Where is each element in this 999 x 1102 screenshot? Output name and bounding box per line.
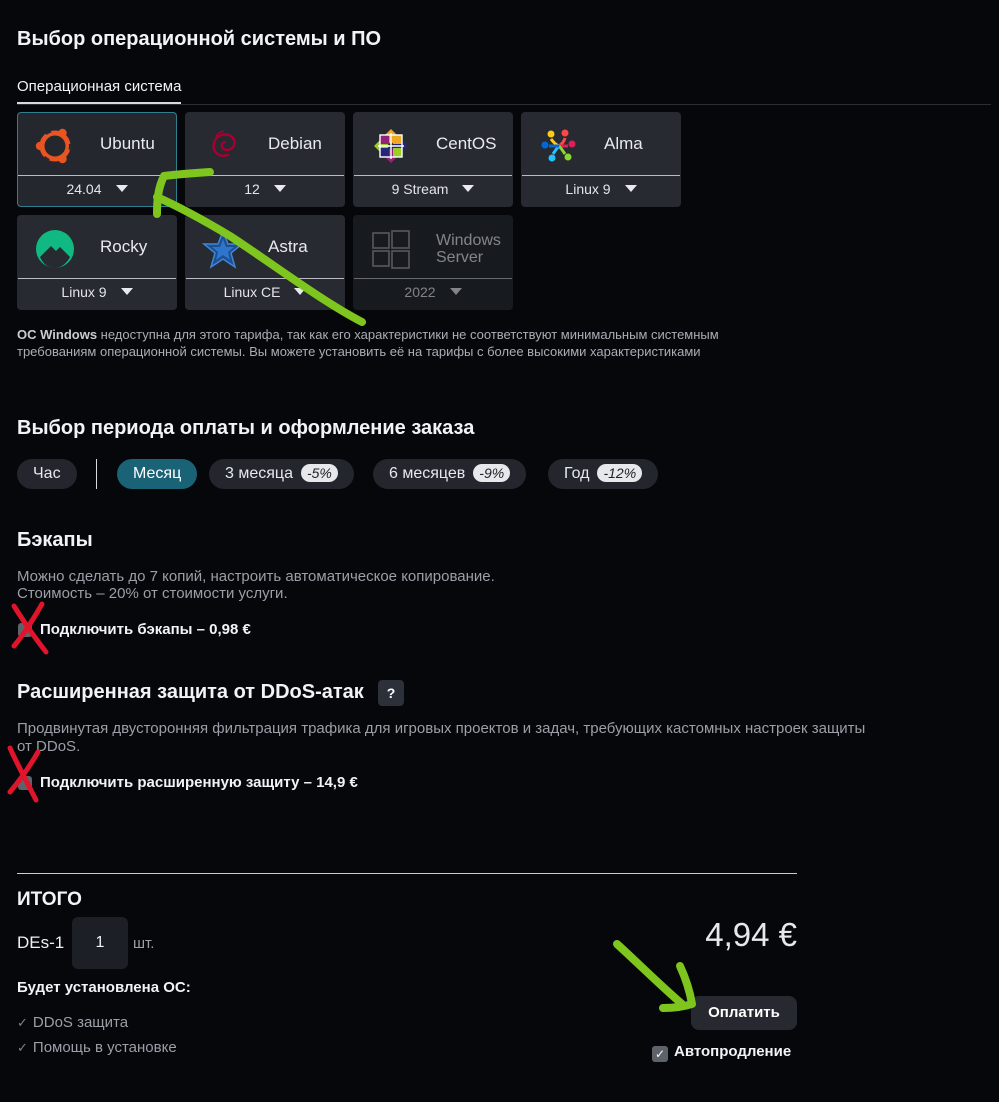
chevron-down-icon bbox=[624, 184, 637, 192]
debian-icon bbox=[212, 130, 236, 157]
check-icon: ✓ bbox=[17, 1015, 28, 1030]
os-version-select: 2022 bbox=[354, 284, 512, 300]
ubuntu-icon bbox=[35, 128, 72, 164]
os-card-ubuntu[interactable]: Ubuntu 24.04 bbox=[17, 112, 177, 207]
check-icon: ✓ bbox=[17, 1040, 28, 1055]
os-name: Alma bbox=[604, 134, 643, 153]
total-divider bbox=[17, 873, 797, 874]
period-6-months[interactable]: 6 месяцев -9% bbox=[373, 459, 527, 489]
autorenew-checkbox[interactable]: ✓ Автопродление bbox=[652, 1043, 791, 1062]
feature-item: ✓ Помощь в установке bbox=[17, 1039, 177, 1056]
centos-icon bbox=[374, 129, 408, 163]
backups-title: Бэкапы bbox=[17, 529, 93, 551]
period-year[interactable]: Год -12% bbox=[548, 459, 659, 489]
backups-checkbox[interactable] bbox=[18, 623, 32, 637]
pay-button[interactable]: Оплатить bbox=[691, 996, 797, 1030]
os-name: CentOS bbox=[436, 134, 497, 153]
total-title: ИТОГО bbox=[17, 889, 82, 910]
windows-unavailable-note: ОС Windows недоступна для этого тарифа, … bbox=[17, 327, 719, 359]
ddos-checkbox-label[interactable]: Подключить расширенную защиту – 14,9 € bbox=[40, 774, 358, 791]
ddos-desc-line1: Продвинутая двусторонняя фильтрация траф… bbox=[17, 720, 866, 737]
os-section-title: Выбор операционной системы и ПО bbox=[17, 28, 382, 50]
discount-badge: -5% bbox=[300, 464, 338, 482]
os-name: Ubuntu bbox=[100, 134, 155, 153]
os-version-select[interactable]: Linux CE bbox=[186, 284, 344, 300]
os-card-rocky[interactable]: Rocky Linux 9 bbox=[17, 215, 177, 310]
os-tabs: Операционная система bbox=[17, 78, 991, 105]
os-name: Debian bbox=[268, 134, 322, 153]
help-icon[interactable]: ? bbox=[378, 680, 404, 706]
astra-icon bbox=[202, 228, 244, 269]
ddos-checkbox[interactable] bbox=[18, 776, 32, 790]
backups-desc-line1: Можно сделать до 7 копий, настроить авто… bbox=[17, 568, 495, 585]
chevron-down-icon bbox=[120, 287, 133, 295]
os-name: Windows Server bbox=[436, 232, 501, 266]
checkmark-icon: ✓ bbox=[652, 1046, 668, 1062]
backups-desc-line2: Стоимость – 20% от стоимости услуги. bbox=[17, 585, 288, 602]
os-card-debian[interactable]: Debian 12 bbox=[185, 112, 345, 207]
os-version-select[interactable]: Linux 9 bbox=[522, 181, 680, 197]
os-name: Rocky bbox=[100, 237, 148, 256]
chevron-down-icon bbox=[462, 184, 475, 192]
red-cross-ddos bbox=[7, 745, 41, 803]
ddos-desc-line2: от DDoS. bbox=[17, 738, 81, 755]
feature-item: ✓ DDoS защита bbox=[17, 1014, 129, 1031]
os-card-alma[interactable]: Alma Linux 9 bbox=[521, 112, 681, 207]
chevron-down-icon bbox=[273, 184, 286, 192]
os-card-windows-server: Windows Server 2022 bbox=[353, 215, 513, 310]
payment-section-title: Выбор периода оплаты и оформление заказа bbox=[17, 417, 475, 439]
os-version-select[interactable]: 24.04 bbox=[18, 181, 176, 197]
os-version-select[interactable]: Linux 9 bbox=[18, 284, 176, 300]
quantity-input[interactable]: 1 bbox=[72, 917, 128, 969]
os-version-select[interactable]: 12 bbox=[186, 181, 344, 197]
period-hour[interactable]: Час bbox=[17, 459, 77, 489]
os-version-select[interactable]: 9 Stream bbox=[354, 181, 512, 197]
discount-badge: -12% bbox=[597, 464, 643, 482]
rocky-icon bbox=[36, 230, 74, 268]
alma-icon bbox=[541, 129, 576, 162]
chevron-down-icon bbox=[115, 184, 128, 192]
chevron-down-icon bbox=[294, 287, 307, 295]
backups-checkbox-label[interactable]: Подключить бэкапы – 0,98 € bbox=[40, 621, 251, 638]
period-3-months[interactable]: 3 месяца -5% bbox=[209, 459, 354, 489]
quantity-unit: шт. bbox=[133, 935, 155, 952]
total-price: 4,94 € bbox=[705, 916, 797, 953]
windows-icon bbox=[372, 230, 410, 269]
green-arrow-head-pay bbox=[659, 962, 696, 1012]
os-install-label: Будет установлена ОС: bbox=[17, 979, 191, 996]
period-divider bbox=[96, 459, 97, 489]
plan-name: DEs-1 bbox=[17, 933, 65, 952]
ddos-title: Расширенная защита от DDoS-атак bbox=[17, 681, 364, 703]
period-month[interactable]: Месяц bbox=[117, 459, 198, 489]
discount-badge: -9% bbox=[473, 464, 511, 482]
tab-operating-system[interactable]: Операционная система bbox=[17, 78, 182, 104]
chevron-down-icon bbox=[449, 287, 462, 295]
os-card-astra[interactable]: Astra Linux CE bbox=[185, 215, 345, 310]
os-card-centos[interactable]: CentOS 9 Stream bbox=[353, 112, 513, 207]
os-name: Astra bbox=[268, 237, 308, 256]
